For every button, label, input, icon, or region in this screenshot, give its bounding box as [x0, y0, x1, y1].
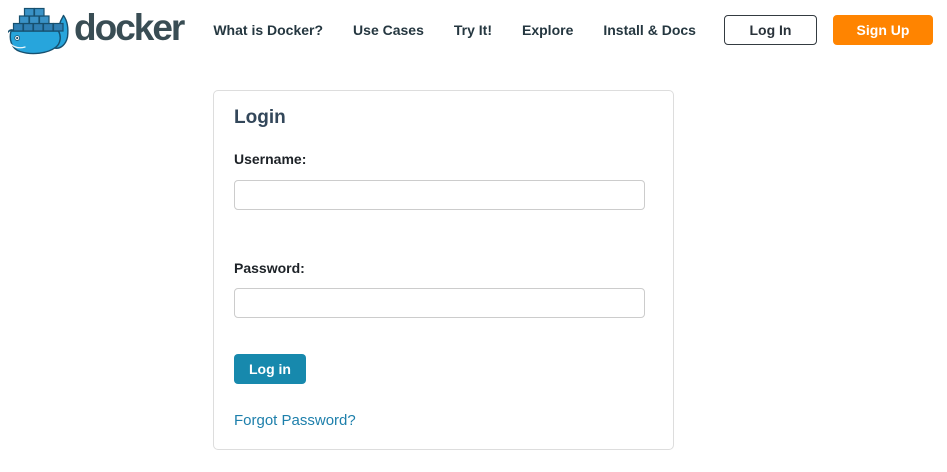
login-submit-button[interactable]: Log in: [234, 354, 306, 384]
nav-item-try-it[interactable]: Try It!: [454, 22, 492, 38]
nav-item-install-docs[interactable]: Install & Docs: [603, 22, 696, 38]
auth-buttons: Log In Sign Up: [724, 15, 933, 45]
nav-item-use-cases[interactable]: Use Cases: [353, 22, 424, 38]
password-input[interactable]: [234, 288, 645, 318]
main-content: Login Username: Password: Log in Forgot …: [0, 90, 947, 450]
nav-item-what-is-docker[interactable]: What is Docker?: [213, 22, 323, 38]
docker-logo[interactable]: docker: [8, 5, 183, 55]
forgot-password-link[interactable]: Forgot Password?: [234, 412, 356, 429]
forgot-row: Forgot Password?: [234, 384, 653, 430]
login-card-title: Login: [234, 107, 653, 129]
main-nav: What is Docker? Use Cases Try It! Explor…: [213, 22, 696, 38]
username-input[interactable]: [234, 180, 645, 210]
nav-item-explore[interactable]: Explore: [522, 22, 573, 38]
docker-whale-icon: [8, 5, 72, 55]
submit-row: Log in: [234, 318, 653, 384]
login-card: Login Username: Password: Log in Forgot …: [213, 90, 674, 450]
docker-wordmark: docker: [74, 9, 183, 51]
nav-signup-button[interactable]: Sign Up: [833, 15, 933, 45]
nav-login-button[interactable]: Log In: [724, 15, 817, 45]
top-nav: docker What is Docker? Use Cases Try It!…: [0, 0, 947, 60]
username-label: Username:: [234, 151, 653, 167]
password-label: Password:: [234, 260, 653, 276]
